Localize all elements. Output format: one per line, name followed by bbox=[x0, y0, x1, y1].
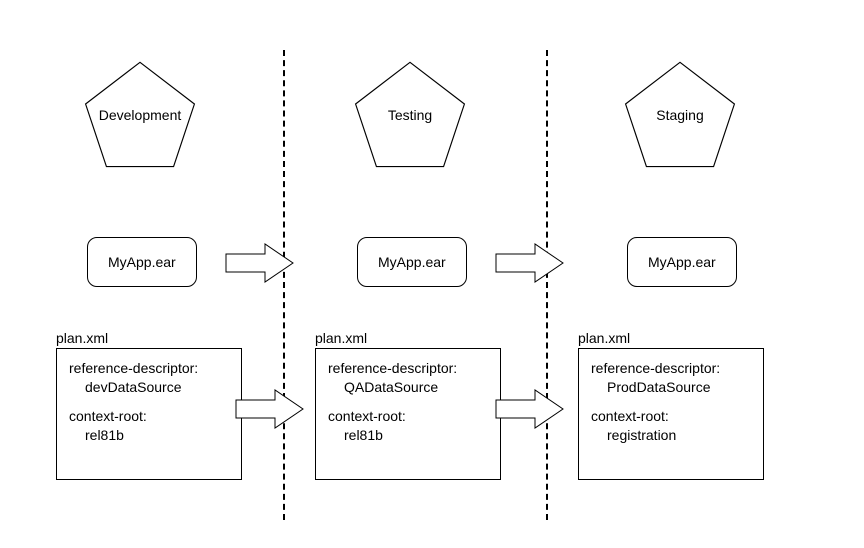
ear-box-staging: MyApp.ear bbox=[627, 237, 737, 287]
ctx-val: rel81b bbox=[328, 426, 488, 445]
deployment-diagram: Development Testing Staging MyApp.ear My… bbox=[0, 0, 864, 548]
refdesc-val: QADataSource bbox=[328, 378, 488, 397]
env-label-testing: Testing bbox=[388, 107, 432, 123]
env-label-development: Development bbox=[99, 107, 182, 123]
plan-label-dev: plan.xml bbox=[56, 330, 108, 346]
refdesc-val: devDataSource bbox=[69, 378, 229, 397]
env-development-pentagon: Development bbox=[80, 60, 200, 170]
ctx-val: registration bbox=[591, 426, 751, 445]
ear-label: MyApp.ear bbox=[378, 254, 446, 270]
refdesc-key: reference-descriptor: bbox=[328, 359, 488, 378]
ear-box-test: MyApp.ear bbox=[357, 237, 467, 287]
refdesc-key: reference-descriptor: bbox=[69, 359, 229, 378]
ear-box-dev: MyApp.ear bbox=[87, 237, 197, 287]
plan-box-dev: reference-descriptor: devDataSource cont… bbox=[56, 348, 242, 480]
env-testing-pentagon: Testing bbox=[350, 60, 470, 170]
ctx-val: rel81b bbox=[69, 426, 229, 445]
ctx-key: context-root: bbox=[591, 407, 751, 426]
ear-label: MyApp.ear bbox=[108, 254, 176, 270]
ctx-key: context-root: bbox=[328, 407, 488, 426]
refdesc-val: ProdDataSource bbox=[591, 378, 751, 397]
plan-label-test: plan.xml bbox=[315, 330, 367, 346]
plan-box-staging: reference-descriptor: ProdDataSource con… bbox=[578, 348, 764, 480]
arrow-ear-dev-to-test bbox=[225, 242, 295, 287]
plan-label-staging: plan.xml bbox=[578, 330, 630, 346]
refdesc-key: reference-descriptor: bbox=[591, 359, 751, 378]
plan-box-test: reference-descriptor: QADataSource conte… bbox=[315, 348, 501, 480]
env-label-staging: Staging bbox=[656, 107, 703, 123]
arrow-ear-test-to-staging bbox=[495, 242, 565, 287]
env-staging-pentagon: Staging bbox=[620, 60, 740, 170]
arrow-plan-dev-to-test bbox=[235, 388, 305, 433]
arrow-plan-test-to-staging bbox=[495, 388, 565, 433]
ctx-key: context-root: bbox=[69, 407, 229, 426]
ear-label: MyApp.ear bbox=[648, 254, 716, 270]
